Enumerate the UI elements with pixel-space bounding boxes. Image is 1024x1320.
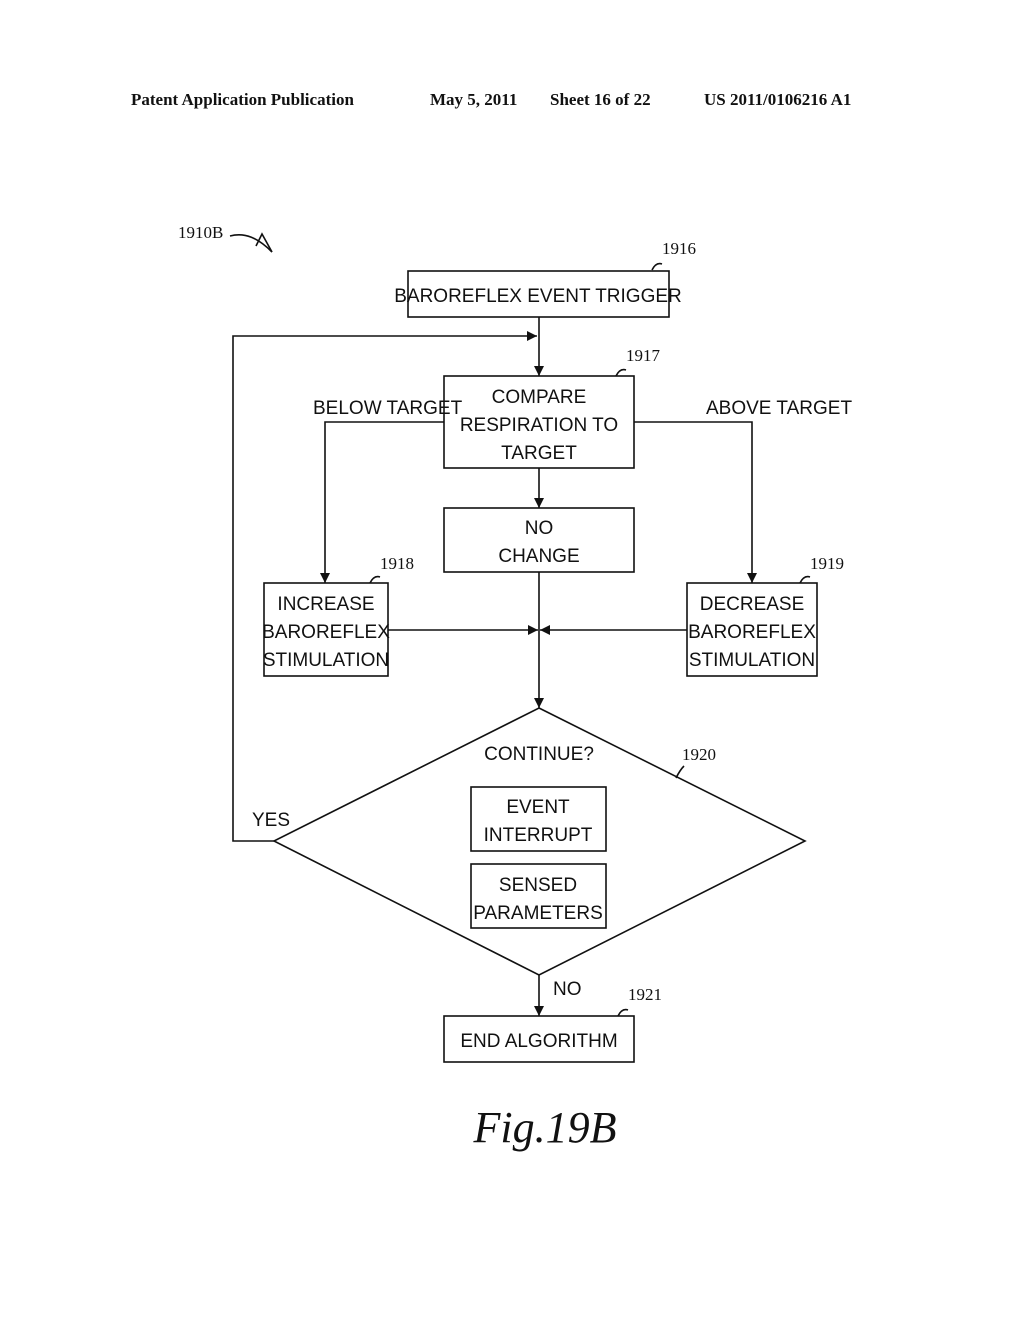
node-decrease-stimulation: DECREASE BAROREFLEX STIMULATION	[686, 582, 818, 677]
edge-label-yes: YES	[252, 810, 290, 831]
increase-label-1: INCREASE	[277, 594, 374, 615]
node-compare-respiration: COMPARE RESPIRATION TO TARGET	[443, 375, 635, 469]
node-end-algorithm: END ALGORITHM	[443, 1015, 635, 1063]
ref-1920: 1920	[682, 745, 716, 764]
flowchart: 1910B BAROREFLEX EVENT TRIGGER 1916 COMP…	[178, 223, 852, 1152]
node-increase-stimulation: INCREASE BAROREFLEX STIMULATION	[262, 582, 390, 677]
ref-1919-leader	[799, 575, 811, 584]
edge-label-above-target: ABOVE TARGET	[706, 398, 852, 419]
ref-1921-leader	[617, 1008, 629, 1017]
ref-1916: 1916	[662, 239, 696, 258]
ref-1918-leader	[369, 575, 381, 584]
figure-ref-arrow-icon	[255, 232, 273, 253]
no-change-label-2: CHANGE	[498, 546, 579, 567]
ref-1921: 1921	[628, 985, 662, 1004]
decrease-label-1: DECREASE	[700, 594, 805, 615]
increase-label-2: BAROREFLEX	[262, 622, 390, 643]
increase-label-3: STIMULATION	[263, 650, 389, 671]
compare-label-2: RESPIRATION TO	[460, 415, 618, 436]
trigger-label: BAROREFLEX EVENT TRIGGER	[394, 286, 682, 307]
ref-1917-leader	[615, 368, 627, 377]
event-interrupt-label-1: EVENT	[506, 797, 570, 818]
edge-label-below-target: BELOW TARGET	[313, 398, 463, 419]
edge-above-to-decrease	[634, 421, 757, 583]
ref-1917: 1917	[626, 346, 661, 365]
sensed-parameters-label-2: PARAMETERS	[473, 903, 603, 924]
figure-ref-leader	[229, 234, 273, 253]
edge-label-no: NO	[553, 979, 582, 1000]
no-change-label-1: NO	[525, 518, 554, 539]
end-label: END ALGORITHM	[460, 1031, 617, 1052]
node-baroreflex-event-trigger: BAROREFLEX EVENT TRIGGER	[394, 270, 682, 318]
compare-label-3: TARGET	[501, 443, 577, 464]
figure-ref-label: 1910B	[178, 223, 223, 242]
ref-1916-leader	[651, 262, 663, 271]
continue-question: CONTINUE?	[484, 744, 594, 765]
node-no-change: NO CHANGE	[443, 507, 635, 573]
node-event-interrupt: EVENT INTERRUPT	[470, 786, 607, 852]
decrease-label-2: BAROREFLEX	[688, 622, 816, 643]
sensed-parameters-label-1: SENSED	[499, 875, 577, 896]
event-interrupt-label-2: INTERRUPT	[484, 825, 593, 846]
figure-caption: Fig.19B	[473, 1103, 617, 1152]
ref-1918: 1918	[380, 554, 414, 573]
ref-1919: 1919	[810, 554, 844, 573]
compare-label-1: COMPARE	[492, 387, 587, 408]
decrease-label-3: STIMULATION	[689, 650, 815, 671]
node-sensed-parameters: SENSED PARAMETERS	[470, 863, 607, 929]
ref-1920-leader	[675, 765, 685, 779]
